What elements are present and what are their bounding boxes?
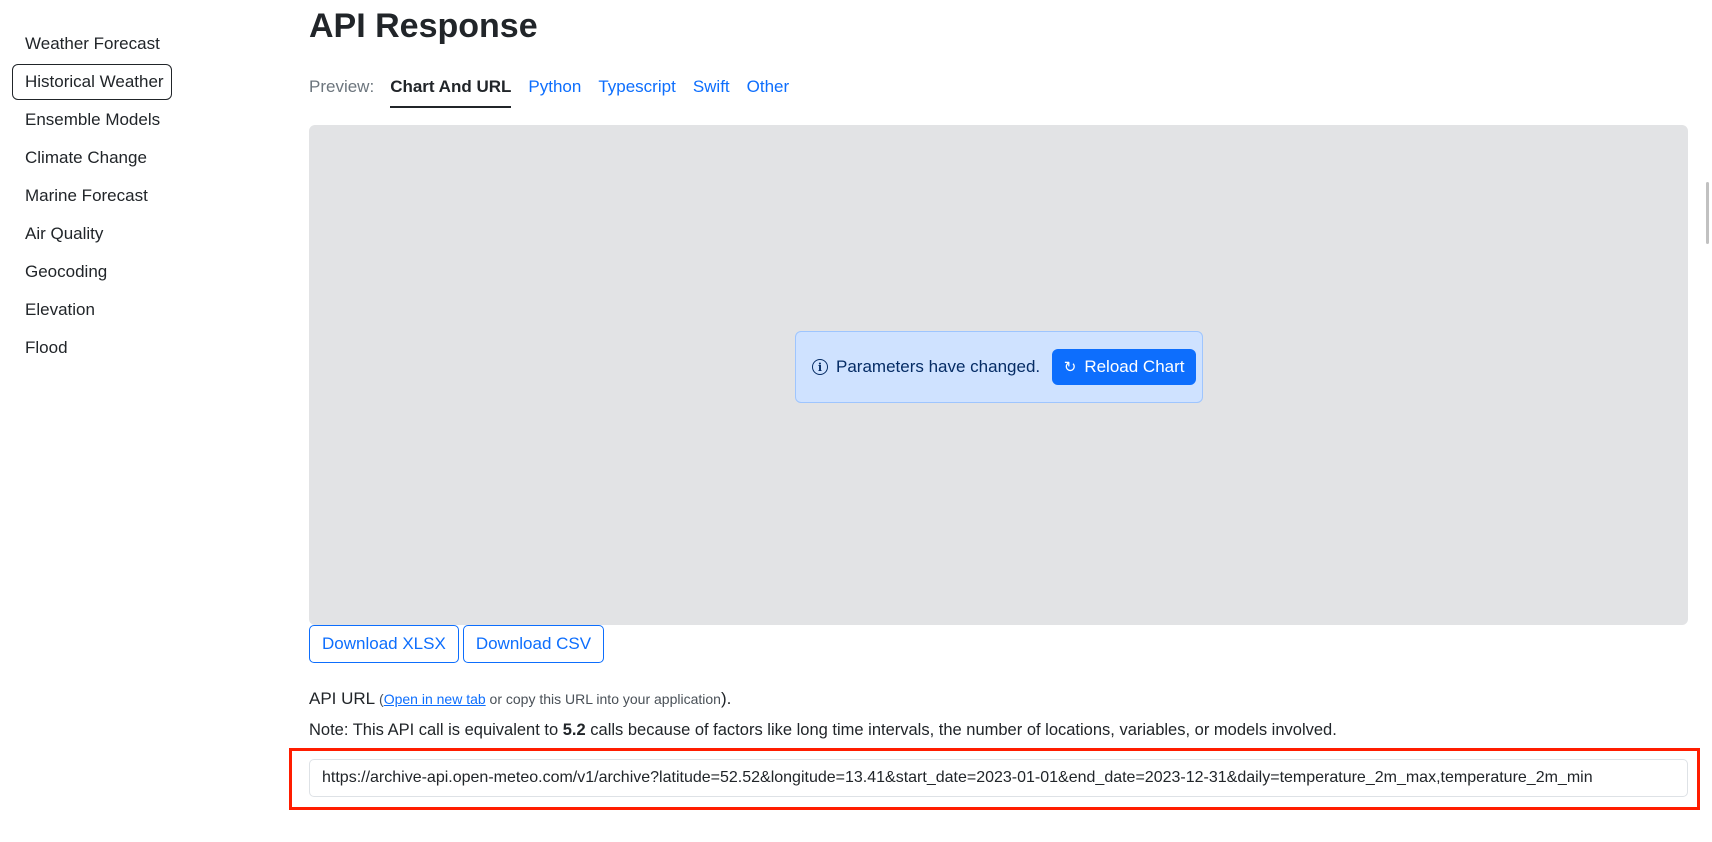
api-call-note: Note: This API call is equivalent to 5.2… [309,721,1337,740]
download-csv-button[interactable]: Download CSV [462,625,605,663]
api-url-field[interactable]: https://archive-api.open-meteo.com/v1/ar… [309,759,1688,797]
api-url-title: API URL [309,689,376,708]
tab-other[interactable]: Other [747,74,790,100]
sidebar-item-air-quality[interactable]: Air Quality [12,216,172,252]
sidebar-item-flood[interactable]: Flood [12,330,172,366]
note-suffix: calls because of factors like long time … [585,721,1337,739]
chart-placeholder: i Parameters have changed. ↻ Reload Char… [309,125,1688,625]
tab-typescript[interactable]: Typescript [598,74,675,100]
page-title: API Response [309,7,538,45]
preview-tabs: Preview: Chart And URL Python Typescript… [309,74,806,110]
download-buttons: Download XLSX Download CSV [309,625,608,663]
api-url-close-paren: ). [720,689,732,708]
note-prefix: Note: This API call is equivalent to [309,721,563,739]
tab-swift[interactable]: Swift [693,74,730,100]
tab-python[interactable]: Python [528,74,581,100]
reload-chart-button[interactable]: ↻ Reload Chart [1052,349,1197,385]
api-url-label: API URL (Open in new tab or copy this UR… [309,689,731,709]
info-icon: i [812,359,828,375]
sidebar-item-geocoding[interactable]: Geocoding [12,254,172,290]
alert-text: Parameters have changed. [836,357,1041,376]
sidebar-item-elevation[interactable]: Elevation [12,292,172,328]
api-url-hint: or copy this URL into your application [485,691,721,707]
sidebar-item-marine-forecast[interactable]: Marine Forecast [12,178,172,214]
sidebar-item-climate-change[interactable]: Climate Change [12,140,172,176]
download-xlsx-button[interactable]: Download XLSX [309,625,459,663]
scrollbar-thumb[interactable] [1706,182,1709,244]
parameters-changed-alert: i Parameters have changed. ↻ Reload Char… [795,331,1203,403]
open-in-new-tab-link[interactable]: Open in new tab [384,691,486,707]
tab-chart-and-url[interactable]: Chart And URL [390,74,512,108]
note-call-count: 5.2 [562,721,586,739]
sidebar-item-weather-forecast[interactable]: Weather Forecast [12,26,172,62]
preview-label: Preview: [309,77,375,96]
sidebar-item-historical-weather[interactable]: Historical Weather [12,64,172,100]
sidebar-nav: Weather Forecast Historical Weather Ense… [12,26,172,368]
refresh-icon: ↻ [1063,359,1077,376]
reload-chart-label: Reload Chart [1084,357,1185,376]
api-url-open-paren: ( [375,691,384,707]
sidebar-item-ensemble-models[interactable]: Ensemble Models [12,102,172,138]
